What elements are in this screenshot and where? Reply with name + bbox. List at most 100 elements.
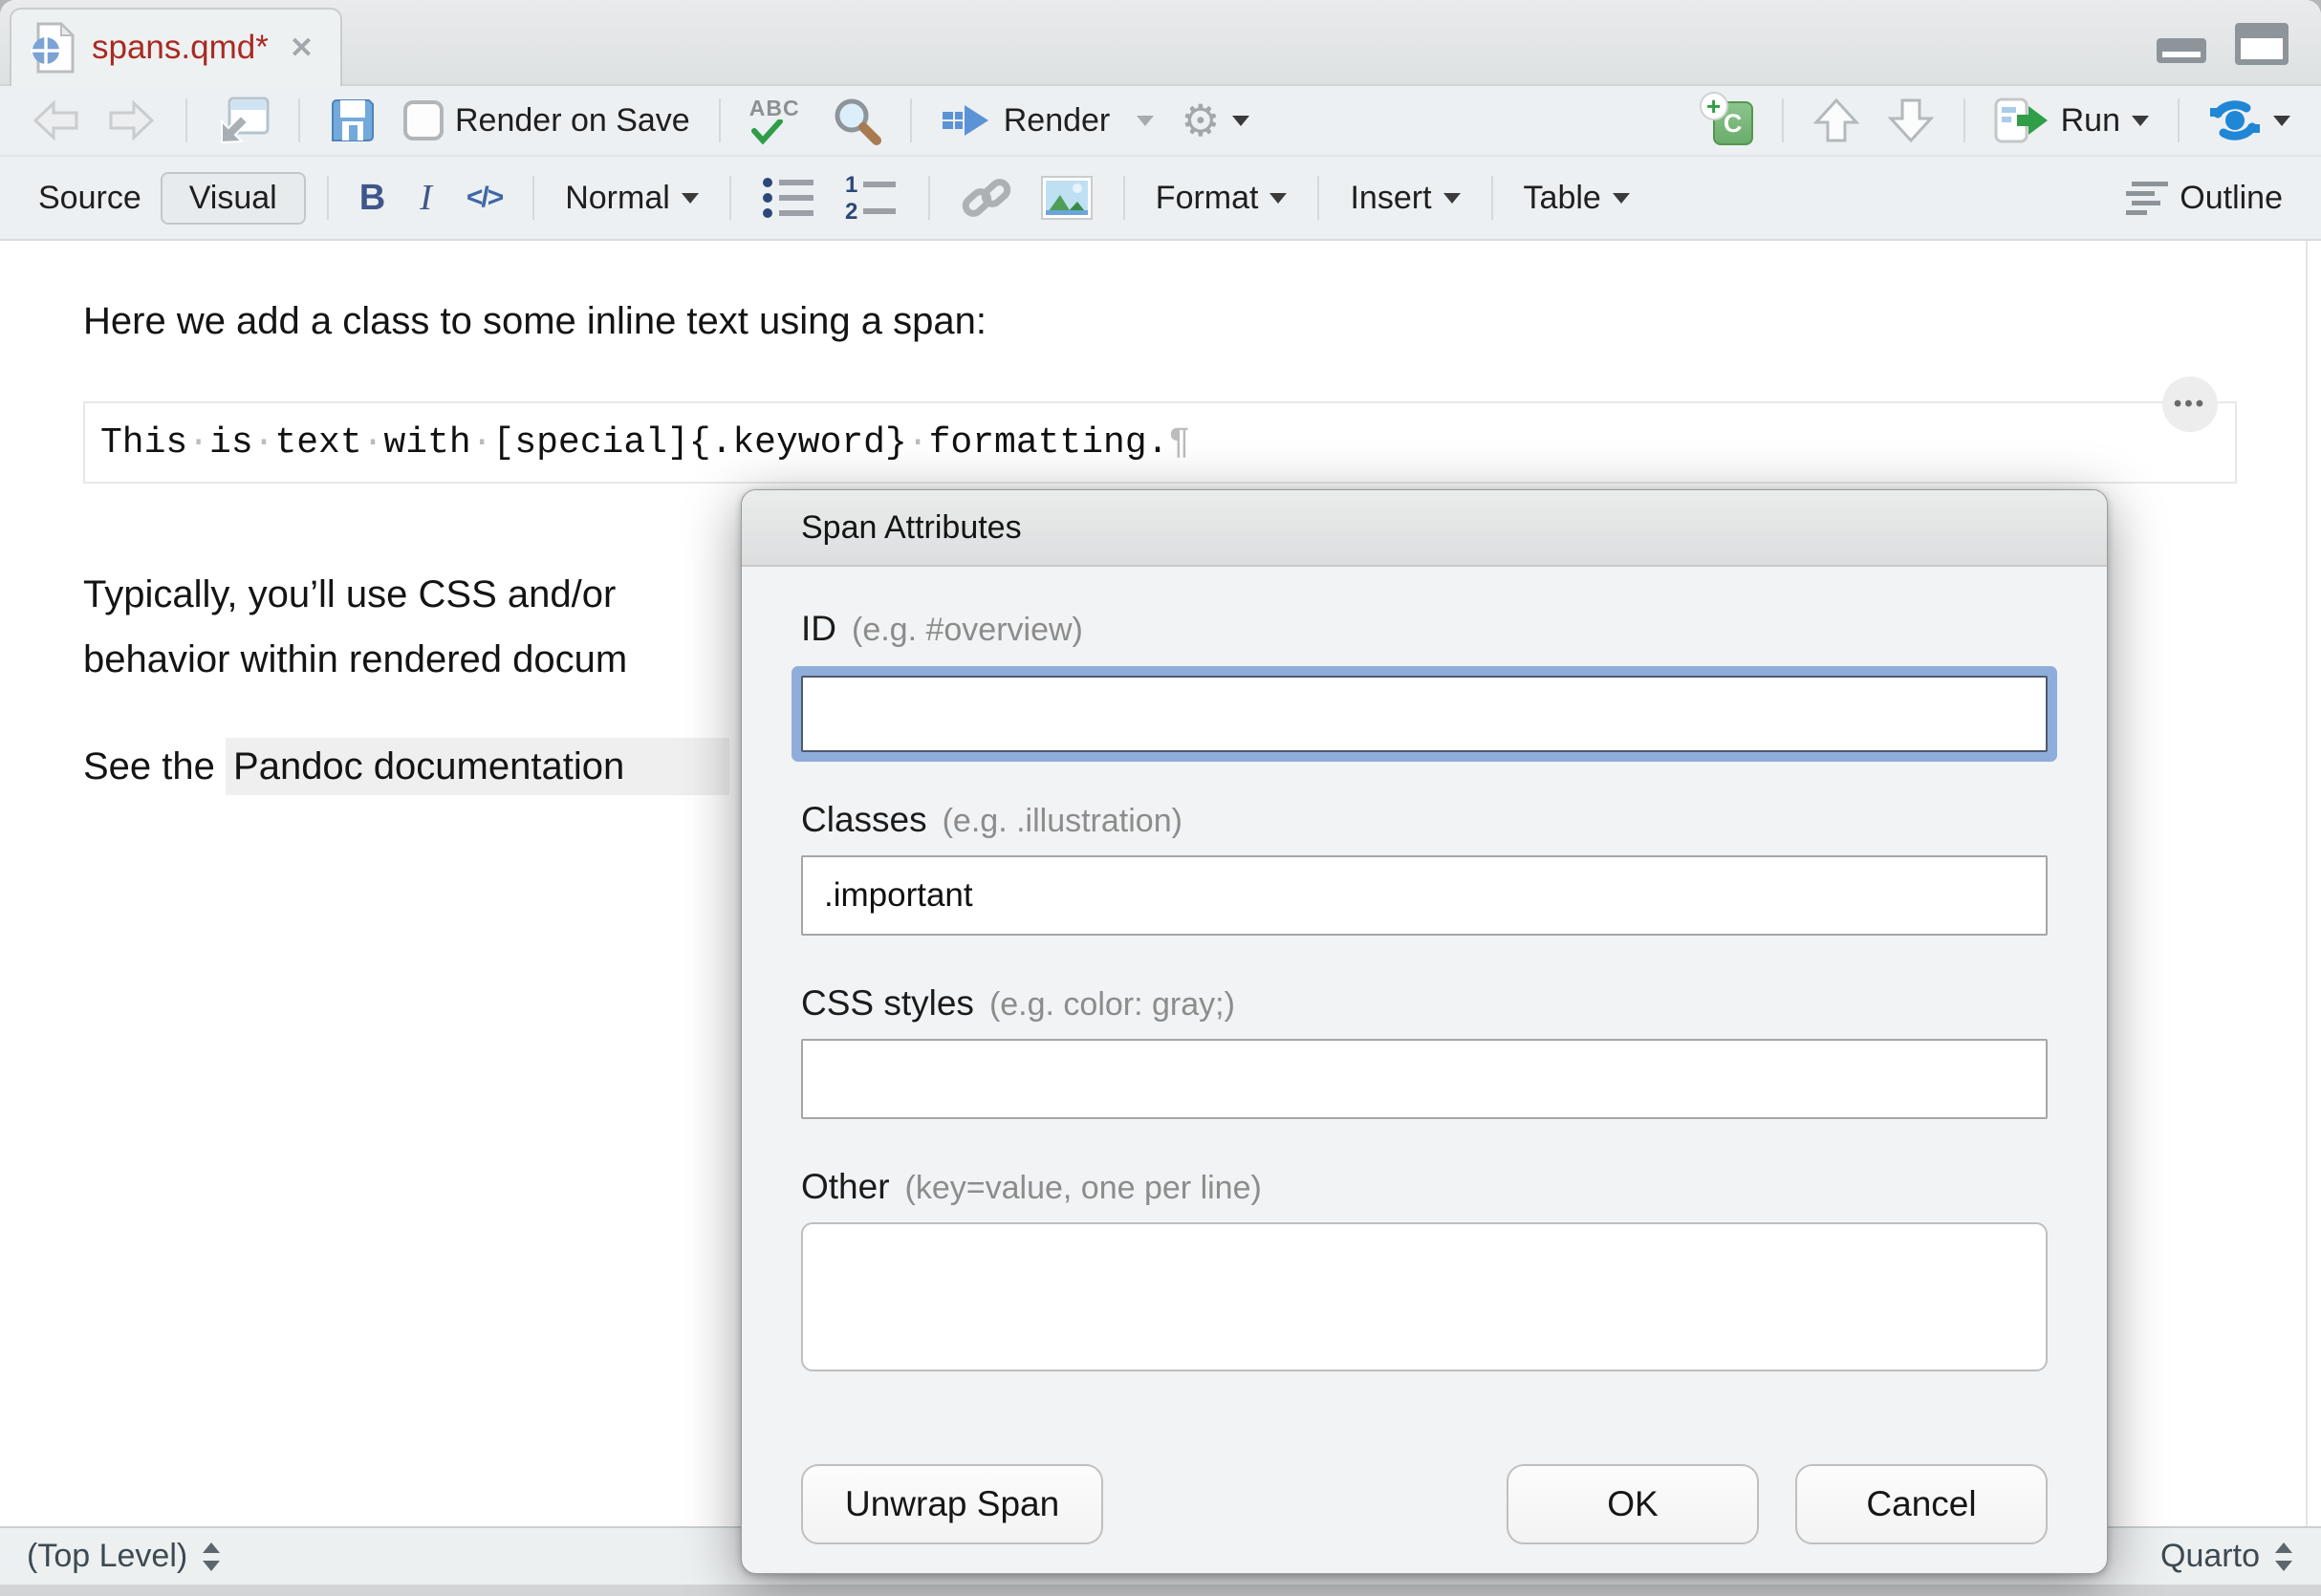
render-on-save-checkbox[interactable] xyxy=(403,100,444,140)
paragraph-see-the: See the Pandoc documentation xyxy=(83,745,729,788)
run-button[interactable]: Run xyxy=(1985,91,2158,150)
toolbar-separator xyxy=(327,176,329,220)
render-options-dropdown[interactable] xyxy=(1127,100,1163,140)
gear-icon: ⚙ xyxy=(1181,98,1220,142)
bullet-list-button[interactable] xyxy=(752,168,825,227)
dialog-confirm-buttons: OK Cancel xyxy=(1507,1464,2048,1544)
visual-mode-button[interactable]: Visual xyxy=(161,172,306,225)
code-line: This·is·text·with·[special]{.keyword}·fo… xyxy=(100,422,1190,464)
paragraph-typically-line2: behavior within rendered docum xyxy=(83,638,627,680)
outline-icon xyxy=(2126,180,2168,216)
cancel-button[interactable]: Cancel xyxy=(1795,1464,2048,1544)
search-icon xyxy=(832,96,881,145)
format-toolbar: Source Visual B I </> Normal 1 2 xyxy=(0,157,2321,241)
render-settings-button[interactable]: ⚙ xyxy=(1171,93,1258,148)
css-styles-input[interactable] xyxy=(801,1039,2048,1119)
back-button[interactable] xyxy=(21,94,90,147)
dialog-button-row: Unwrap Span OK Cancel xyxy=(801,1464,2048,1544)
up-down-arrows-icon xyxy=(201,1541,222,1573)
table-menu-label: Table xyxy=(1524,180,1601,217)
dialog-title-bar[interactable]: Span Attributes xyxy=(742,490,2107,567)
run-icon xyxy=(1994,97,2050,144)
source-mode-label: Source xyxy=(38,180,141,217)
code-format-button[interactable]: </> xyxy=(457,176,511,220)
spellcheck-icon: ABC xyxy=(749,96,805,145)
spellcheck-button[interactable]: ABC xyxy=(740,90,814,151)
chevron-down-icon xyxy=(1137,116,1154,135)
pandoc-documentation-link[interactable]: Pandoc documentation xyxy=(226,738,729,795)
window-bottom-edge xyxy=(0,1585,2321,1596)
outline-level-selector[interactable]: (Top Level) xyxy=(27,1538,222,1575)
insert-chunk-icon: C + xyxy=(1703,96,1753,145)
block-options-button[interactable]: ••• xyxy=(2162,377,2218,432)
format-menu-label: Format xyxy=(1156,180,1259,217)
bold-button[interactable]: B xyxy=(350,172,395,225)
insert-image-button[interactable] xyxy=(1031,170,1102,226)
unwrap-span-button[interactable]: Unwrap Span xyxy=(801,1464,1103,1544)
rerun-button[interactable] xyxy=(2199,91,2300,150)
arrow-down-icon xyxy=(1887,97,1935,143)
toolbar-separator xyxy=(1782,98,1784,142)
tab-bar: spans.qmd* ✕ xyxy=(0,0,2321,86)
format-menu[interactable]: Format xyxy=(1146,174,1297,223)
svg-text:2: 2 xyxy=(845,199,857,222)
forward-button[interactable] xyxy=(98,94,166,147)
toolbar-separator xyxy=(532,176,534,220)
span-code-block[interactable]: This·is·text·with·[special]{.keyword}·fo… xyxy=(83,401,2237,484)
run-label: Run xyxy=(2061,102,2120,140)
open-in-new-window-button[interactable] xyxy=(206,89,279,152)
chevron-down-icon xyxy=(1613,193,1630,212)
rstudio-source-pane: spans.qmd* ✕ xyxy=(0,0,2321,1596)
id-hint: (e.g. #overview) xyxy=(852,612,1083,649)
find-replace-button[interactable] xyxy=(822,90,891,151)
go-to-previous-section-button[interactable] xyxy=(1803,92,1870,149)
outline-toggle-button[interactable]: Outline xyxy=(2116,174,2292,223)
maximize-pane-icon[interactable] xyxy=(2235,23,2288,65)
tab-close-icon[interactable]: ✕ xyxy=(286,32,317,65)
bullet-list-icon xyxy=(762,174,815,222)
paragraph-intro: Here we add a class to some inline text … xyxy=(83,300,987,343)
insert-code-chunk-button[interactable]: C + xyxy=(1694,90,1763,151)
main-toolbar: Render on Save ABC Render xyxy=(0,86,2321,157)
paragraph-typically-line1: Typically, you’ll use CSS and/or xyxy=(83,573,616,615)
format-selector-label: Quarto xyxy=(2160,1538,2260,1575)
toolbar-separator xyxy=(2178,98,2180,142)
format-selector-quarto[interactable]: Quarto xyxy=(2160,1538,2294,1575)
source-mode-button[interactable]: Source xyxy=(29,174,151,223)
render-button[interactable]: Render xyxy=(931,94,1120,147)
render-on-save-checkbox-group[interactable]: Render on Save xyxy=(394,95,700,146)
dialog-title: Span Attributes xyxy=(801,509,1022,547)
toolbar-separator xyxy=(719,98,721,142)
css-styles-field-label: CSS styles (e.g. color: gray;) xyxy=(801,983,2048,1024)
image-icon xyxy=(1041,176,1093,220)
editor-right-gutter xyxy=(2306,241,2308,1526)
render-icon xyxy=(941,99,992,141)
toolbar-separator xyxy=(1491,176,1493,220)
save-button[interactable] xyxy=(319,91,386,150)
insert-link-button[interactable] xyxy=(951,168,1022,227)
id-input[interactable] xyxy=(801,676,2048,752)
id-label: ID xyxy=(801,609,836,649)
toolbar-separator xyxy=(298,98,300,142)
ok-button[interactable]: OK xyxy=(1507,1464,1759,1544)
outline-label: Outline xyxy=(2180,180,2283,217)
classes-input[interactable] xyxy=(801,855,2048,936)
paragraph-see-the-prefix: See the xyxy=(83,745,226,787)
table-menu[interactable]: Table xyxy=(1514,174,1639,223)
italic-button[interactable]: I xyxy=(404,171,447,225)
bold-icon: B xyxy=(359,178,385,219)
classes-field-label: Classes (e.g. .illustration) xyxy=(801,800,2048,840)
other-input[interactable] xyxy=(801,1222,2048,1371)
toolbar-separator xyxy=(1123,176,1125,220)
minimize-pane-icon[interactable] xyxy=(2157,38,2206,63)
insert-menu[interactable]: Insert xyxy=(1340,174,1469,223)
insert-menu-label: Insert xyxy=(1350,180,1431,217)
code-format-icon: </> xyxy=(466,182,502,214)
classes-label: Classes xyxy=(801,800,927,840)
outline-level-label: (Top Level) xyxy=(27,1538,187,1575)
italic-icon: I xyxy=(414,177,438,219)
numbered-list-button[interactable]: 1 2 xyxy=(835,168,907,227)
go-to-next-section-button[interactable] xyxy=(1877,92,1944,149)
paragraph-style-dropdown[interactable]: Normal xyxy=(555,174,708,223)
tab-spans-qmd[interactable]: spans.qmd* ✕ xyxy=(10,8,342,86)
